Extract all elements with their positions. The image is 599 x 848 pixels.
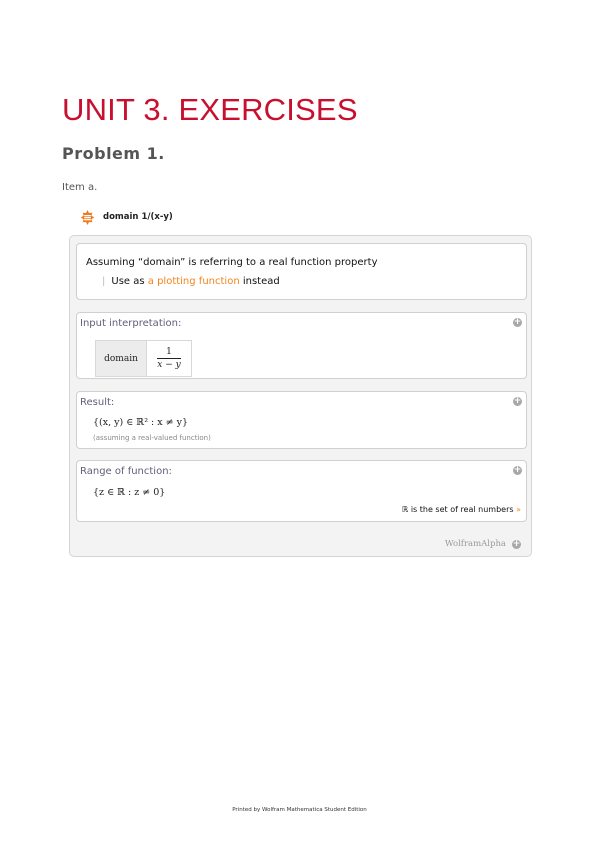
expand-pod-icon[interactable]: + (513, 466, 522, 475)
expand-pod-icon[interactable]: + (513, 397, 522, 406)
fraction-numerator: 1 (166, 347, 172, 357)
interpretation-fraction-cell: 1 x − y (147, 341, 191, 376)
wolfram-output-panel: Assuming “domain” is referring to a real… (69, 235, 532, 557)
real-numbers-note: ℝ is the set of real numbers (401, 505, 514, 514)
pod-title: Range of function: (80, 466, 172, 477)
page-title: UNIT 3. EXERCISES (62, 92, 358, 127)
range-pod: Range of function: + {z ∈ ℝ : z ≠ 0} ℝ i… (76, 460, 527, 522)
result-note: (assuming a real-valued function) (93, 434, 211, 442)
item-label: Item a. (62, 182, 98, 193)
fraction-denominator: x − y (157, 360, 181, 370)
assumption-bar: | (102, 276, 106, 287)
print-footer: Printed by Wolfram Mathematica Student E… (232, 807, 367, 813)
problem-heading: Problem 1. (62, 144, 165, 163)
assumption-box: Assuming “domain” is referring to a real… (76, 243, 527, 300)
range-expression: {z ∈ ℝ : z ≠ 0} (93, 487, 166, 498)
wolfram-alpha-footer: WolframAlpha + (445, 539, 521, 549)
real-numbers-link[interactable]: ℝ is the set of real numbers » (402, 505, 521, 514)
input-interpretation-pod: Input interpretation: + domain 1 x − y (76, 312, 527, 379)
pod-title: Result: (80, 397, 115, 408)
interpretation-domain-cell: domain (96, 341, 147, 376)
query-row: domain 1/(x-y) (80, 208, 173, 226)
instead-text: instead (242, 276, 280, 287)
more-arrow-icon: » (516, 505, 521, 514)
pod-title: Input interpretation: (80, 318, 182, 329)
plotting-function-link[interactable]: a plotting function (148, 276, 240, 287)
assumption-alternative: | Use as a plotting function instead (102, 276, 280, 287)
query-text: domain 1/(x-y) (103, 212, 173, 222)
expand-icon[interactable]: + (512, 539, 521, 549)
result-pod: Result: + {(x, y) ∈ ℝ² : x ≠ y} (assumin… (76, 391, 527, 449)
assumption-text: Assuming “domain” is referring to a real… (86, 257, 378, 268)
wolfram-alpha-logo: WolframAlpha (444, 539, 506, 549)
interpretation-table: domain 1 x − y (95, 340, 192, 377)
result-expression: {(x, y) ∈ ℝ² : x ≠ y} (93, 417, 189, 428)
wolfram-alpha-spikey-icon (80, 209, 95, 225)
expand-pod-icon[interactable]: + (513, 318, 522, 327)
use-as-text: Use as (111, 276, 145, 287)
